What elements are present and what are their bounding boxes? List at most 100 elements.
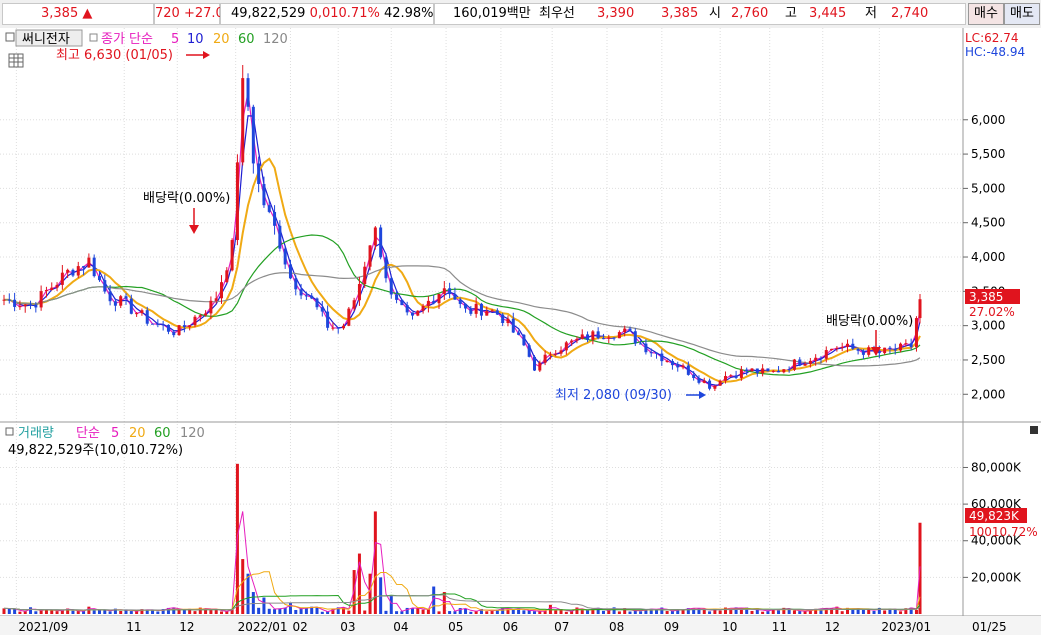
candle-body bbox=[432, 300, 436, 304]
candle-body bbox=[331, 327, 335, 329]
volume-bar bbox=[617, 611, 621, 614]
candle-body bbox=[336, 327, 340, 329]
candle-body bbox=[554, 353, 558, 355]
candle-body bbox=[124, 296, 128, 299]
candle-body bbox=[798, 359, 802, 366]
price-tick-label: 2,000 bbox=[971, 387, 1005, 401]
high-price: 3,445 bbox=[809, 6, 847, 21]
candle-body bbox=[713, 385, 717, 389]
candle-body bbox=[861, 350, 865, 355]
panel-toggle-icon[interactable] bbox=[5, 32, 15, 42]
volume-bar bbox=[655, 609, 659, 614]
date-tick-label: 12 bbox=[825, 620, 840, 634]
date-tick-label: 08 bbox=[609, 620, 624, 634]
volume-bar bbox=[129, 611, 133, 614]
date-tick-label: 2022/01 bbox=[238, 620, 288, 634]
candle-body bbox=[241, 78, 245, 163]
candle-body bbox=[257, 163, 261, 184]
volume-bar bbox=[416, 608, 420, 614]
candle-body bbox=[273, 211, 277, 226]
candle-body bbox=[909, 343, 913, 348]
dividend-annotation-1: 배당락(0.00%) bbox=[143, 191, 230, 206]
candle-body bbox=[410, 312, 414, 316]
candle-body bbox=[82, 266, 86, 268]
volume-value: 49,822,529 bbox=[231, 6, 306, 21]
candle-body bbox=[490, 310, 494, 312]
price-tick-label: 4,000 bbox=[971, 250, 1005, 264]
candle-body bbox=[113, 301, 117, 306]
candle-body bbox=[840, 346, 844, 348]
candle-body bbox=[320, 307, 324, 312]
candle-body bbox=[97, 276, 101, 281]
candle-body bbox=[586, 334, 590, 340]
candle-body bbox=[607, 337, 611, 339]
panel-close-icon[interactable] bbox=[1030, 426, 1038, 434]
candle-body bbox=[697, 377, 701, 383]
candle-body bbox=[644, 343, 648, 353]
candle-body bbox=[851, 343, 855, 349]
candle-body bbox=[342, 325, 346, 329]
candle-body bbox=[649, 352, 653, 354]
volume-toggle-icon[interactable] bbox=[5, 427, 14, 436]
volume-bar bbox=[421, 609, 425, 614]
candle-body bbox=[548, 354, 552, 356]
candle-body bbox=[803, 363, 807, 366]
volume-text: 49,822,529주(10,010.72%) bbox=[8, 443, 183, 458]
volume-bar bbox=[851, 609, 855, 614]
candle-body bbox=[437, 293, 441, 304]
candle-body bbox=[140, 310, 144, 314]
candle-body bbox=[517, 332, 521, 335]
candle-body bbox=[782, 369, 786, 373]
legend-ma120: 120 bbox=[263, 32, 288, 47]
candle-body bbox=[914, 318, 918, 348]
stock-chart[interactable]: 2,0002,5003,0003,5004,0004,5005,0005,500… bbox=[0, 28, 1041, 635]
candle-body bbox=[34, 304, 38, 308]
candle-body bbox=[830, 348, 834, 351]
candle-body bbox=[918, 299, 922, 319]
candle-body bbox=[617, 332, 621, 339]
date-tick-label: 2023/01 bbox=[881, 620, 931, 634]
date-tick-label: 07 bbox=[554, 620, 569, 634]
sell-button[interactable]: 매도 bbox=[1004, 3, 1040, 25]
volume-bar bbox=[681, 609, 685, 614]
candle-body bbox=[533, 356, 537, 371]
candle-body bbox=[230, 240, 234, 271]
candle-body bbox=[299, 289, 303, 296]
vol-legend-ma20: 20 bbox=[129, 426, 146, 441]
date-tick-label: 12 bbox=[179, 620, 194, 634]
candle-body bbox=[442, 288, 446, 294]
candle-body bbox=[188, 325, 192, 328]
volume-bar bbox=[363, 610, 367, 614]
volume-bar bbox=[665, 611, 669, 614]
volume-bar bbox=[246, 573, 250, 614]
volume-bar bbox=[34, 611, 38, 614]
volume-bar bbox=[177, 609, 181, 614]
candle-body bbox=[469, 308, 473, 314]
buy-button[interactable]: 매수 bbox=[968, 3, 1004, 25]
candle-body bbox=[182, 325, 186, 328]
dividend-annotation-2: 배당락(0.00%) bbox=[826, 314, 913, 329]
candle-body bbox=[166, 324, 170, 332]
candle-body bbox=[315, 298, 319, 308]
volume-bar bbox=[2, 608, 6, 614]
candle-body bbox=[209, 300, 213, 314]
price-tick-label: 2,500 bbox=[971, 353, 1005, 367]
price-change: 720 bbox=[155, 6, 180, 21]
table-icon[interactable] bbox=[8, 53, 24, 68]
candle-body bbox=[612, 337, 616, 339]
volume-bar bbox=[485, 611, 489, 614]
candle-body bbox=[145, 310, 149, 324]
volume-bar bbox=[410, 608, 414, 614]
candle-body bbox=[453, 294, 457, 300]
legend-toggle-icon[interactable] bbox=[89, 33, 98, 42]
candle-body bbox=[13, 299, 17, 307]
candle-body bbox=[92, 257, 96, 277]
candle-body bbox=[172, 331, 176, 336]
volume-bar bbox=[76, 611, 80, 614]
date-tick-label: 09 bbox=[664, 620, 679, 634]
candle-body bbox=[278, 225, 282, 249]
candle-body bbox=[639, 343, 643, 345]
candle-body bbox=[103, 280, 107, 292]
low-label: 저 bbox=[865, 6, 877, 21]
volume-bar bbox=[389, 595, 393, 614]
